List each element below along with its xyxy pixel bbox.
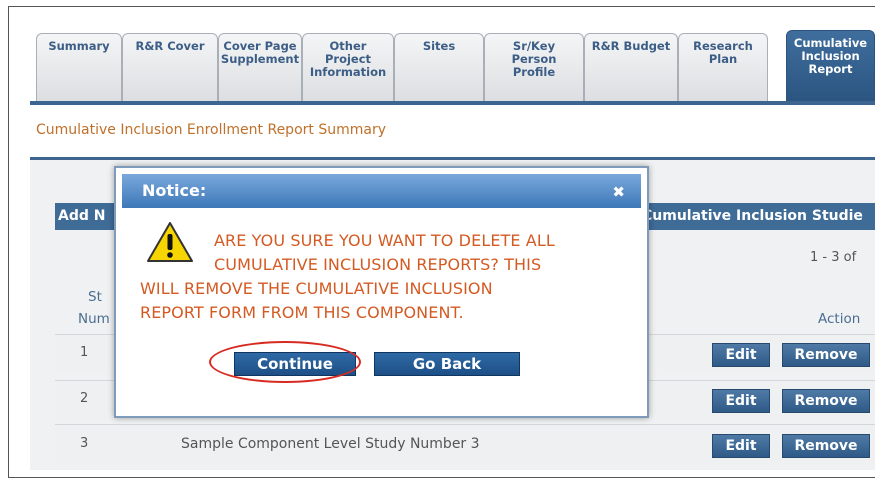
tab-label: R&R Cover	[135, 39, 205, 53]
continue-highlight-circle	[209, 341, 361, 383]
message-line-3: WILL REMOVE THE CUMULATIVE INCLUSION	[140, 279, 493, 298]
tab-label: Research Plan	[693, 39, 753, 66]
edit-button[interactable]: Edit	[712, 343, 770, 367]
column-header-action: Action	[818, 311, 861, 327]
tab-summary[interactable]: Summary	[36, 33, 122, 101]
edit-button[interactable]: Edit	[712, 434, 770, 458]
remove-button[interactable]: Remove	[782, 343, 870, 367]
remove-button[interactable]: Remove	[782, 389, 870, 413]
message-line-1: ARE YOU SURE YOU WANT TO DELETE ALL	[214, 231, 555, 250]
tab-label: Summary	[48, 39, 110, 53]
add-button[interactable]: Add N	[58, 203, 105, 230]
tab-sites[interactable]: Sites	[394, 33, 484, 101]
message-line-2: CUMULATIVE INCLUSION REPORTS? THIS	[214, 255, 542, 274]
tab-rr-budget[interactable]: R&R Budget	[584, 33, 678, 101]
go-back-button[interactable]: Go Back	[374, 352, 520, 376]
tab-cumulative-inclusion-report[interactable]: Cumulative Inclusion Report	[786, 30, 875, 104]
row-number: 2	[80, 391, 89, 406]
tab-label: R&R Budget	[591, 39, 671, 53]
row-study-title: Sample Component Level Study Number 3	[181, 436, 480, 452]
tab-label: Other Project Information	[309, 39, 387, 79]
tab-bar: Summary R&R Cover Cover Page Supplement …	[30, 30, 875, 105]
close-icon[interactable]: ✖	[612, 174, 625, 210]
studies-heading: Cumulative Inclusion Studie	[642, 208, 863, 224]
section-title: Cumulative Inclusion Enrollment Report S…	[36, 122, 386, 138]
tab-underline	[30, 101, 875, 105]
column-header-study: St	[88, 289, 102, 305]
edit-button[interactable]: Edit	[712, 389, 770, 413]
notice-dialog: Notice: ✖ ARE YOU SURE YOU WANT TO DELET…	[114, 166, 649, 418]
tab-sr-key-person-profile[interactable]: Sr/Key Person Profile	[484, 33, 584, 101]
tab-label: Cumulative Inclusion Report	[793, 36, 868, 76]
dialog-header: Notice: ✖	[122, 174, 641, 208]
tab-label: Sr/Key Person Profile	[511, 39, 557, 79]
tab-label: Cover Page Supplement	[220, 39, 300, 66]
dialog-title: Notice:	[142, 181, 207, 200]
warning-icon	[147, 222, 193, 262]
table-row: 3 Sample Component Level Study Number 3 …	[55, 424, 875, 464]
message-line-4: REPORT FORM FROM THIS COMPONENT.	[140, 303, 464, 322]
tab-label: Sites	[422, 39, 456, 53]
tab-cover-page-supplement[interactable]: Cover Page Supplement	[218, 33, 302, 101]
tab-rr-cover[interactable]: R&R Cover	[122, 33, 218, 101]
row-number: 3	[80, 436, 89, 451]
column-header-number: Num	[78, 311, 110, 327]
tab-other-project-information[interactable]: Other Project Information	[302, 33, 394, 101]
row-number: 1	[80, 345, 89, 360]
remove-button[interactable]: Remove	[782, 434, 870, 458]
tab-research-plan[interactable]: Research Plan	[678, 33, 768, 101]
pagination-info: 1 - 3 of	[810, 250, 857, 265]
